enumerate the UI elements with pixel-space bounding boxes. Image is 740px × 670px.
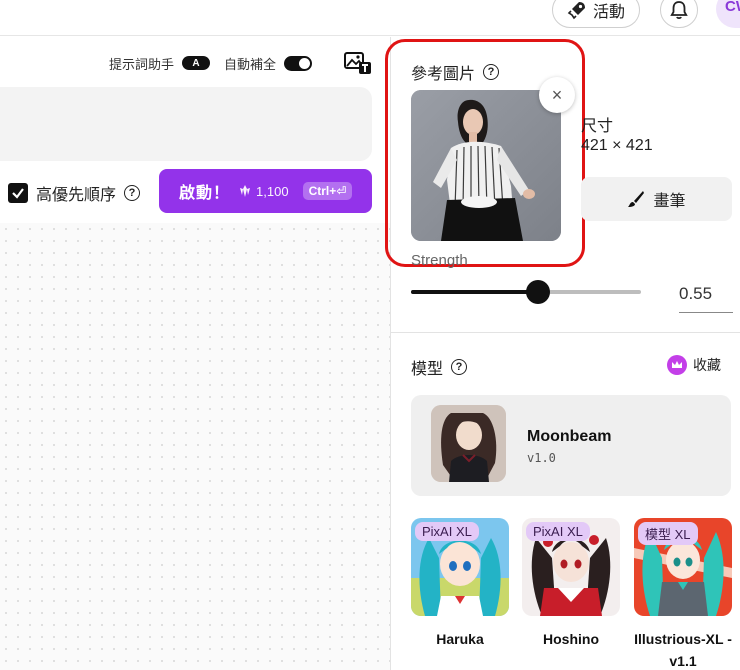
model-option-card[interactable]: PixAI XL Haruka <box>411 518 509 650</box>
user-avatar[interactable]: CW <box>716 0 740 28</box>
rocket-icon <box>567 2 585 20</box>
brush-button[interactable]: 畫筆 <box>581 177 732 221</box>
start-label: 啟動！ <box>179 185 231 202</box>
model-option-name: Hoshino <box>543 631 599 647</box>
image-to-text-icon[interactable] <box>344 51 372 75</box>
selected-model-card[interactable]: Moonbeam v1.0 <box>411 395 731 496</box>
help-icon[interactable]: ? <box>124 185 141 201</box>
favorites-label: 收藏 <box>693 357 721 373</box>
reference-image-title: 參考圖片 ? <box>411 60 500 84</box>
editor-toggles: 提示詞助手 A 自動補全 <box>109 51 372 75</box>
high-priority-label: 高優先順序 <box>36 187 117 204</box>
paintbrush-icon <box>628 191 645 207</box>
model-option-thumbnail: PixAI XL <box>522 518 620 616</box>
autocomplete-toggle[interactable]: 自動補全 <box>224 54 312 73</box>
start-generation-button[interactable]: 啟動！ 1,100 Ctrl+⏎ <box>159 169 372 213</box>
activity-button[interactable]: 活動 <box>552 0 640 28</box>
strength-slider-thumb[interactable] <box>525 280 550 304</box>
model-option-card[interactable]: PixAI XL Hoshino <box>522 518 620 650</box>
section-divider <box>391 332 740 333</box>
model-section-title: 模型 ? <box>411 355 468 379</box>
settings-panel: 參考圖片 ? × 尺寸 421 × 421 畫筆 Strength 0.55 模… <box>385 37 740 670</box>
model-option-thumbnail: 模型 XL <box>634 518 732 616</box>
favorites-button[interactable]: 收藏 <box>667 355 721 375</box>
autocomplete-label: 自動補全 <box>223 56 276 72</box>
brush-label: 畫筆 <box>653 193 686 210</box>
size-label: 尺寸 <box>581 118 614 135</box>
prompt-input[interactable] <box>0 87 372 161</box>
credit-cost: 1,100 <box>238 184 289 199</box>
model-title-label: 模型 <box>411 361 444 378</box>
size-value: 421 × 421 <box>581 137 653 154</box>
model-option-badge: PixAI XL <box>526 522 590 541</box>
crown-icon <box>667 355 687 375</box>
credit-icon <box>240 185 251 197</box>
reference-image-thumbnail[interactable] <box>411 90 561 241</box>
model-option-thumbnail: PixAI XL <box>411 518 509 616</box>
model-option-badge: PixAI XL <box>415 522 479 541</box>
strength-slider[interactable] <box>411 280 641 304</box>
model-option-name: Haruka <box>436 631 484 647</box>
model-option-name: Illustrious-XL -v1.1 <box>634 631 732 669</box>
help-icon[interactable]: ? <box>483 64 500 80</box>
model-option-badge: 模型 XL <box>638 522 698 545</box>
activity-label: 活動 <box>592 4 625 21</box>
prompt-editor-panel: 提示詞助手 A 自動補全 高優先順序 ? 啟動！ 1,100 Ctrl+⏎ <box>0 37 390 670</box>
high-priority-checkbox[interactable] <box>8 183 28 203</box>
prompt-assistant-badge[interactable]: A <box>181 56 210 70</box>
notifications-button[interactable] <box>660 0 698 28</box>
strength-slider-fill <box>411 290 538 294</box>
shortcut-hint: Ctrl+⏎ <box>302 182 353 200</box>
autocomplete-switch[interactable] <box>284 55 312 71</box>
prompt-assistant-toggle[interactable]: 提示詞助手 A <box>109 54 210 73</box>
credit-value: 1,100 <box>256 183 289 199</box>
model-thumbnail <box>431 405 506 482</box>
generation-canvas <box>0 223 390 670</box>
reference-title-label: 參考圖片 <box>411 66 476 83</box>
high-priority-option[interactable]: 高優先順序 ? <box>8 181 141 205</box>
model-name: Moonbeam <box>527 428 612 445</box>
help-icon[interactable]: ? <box>451 359 468 375</box>
bell-icon <box>670 1 688 20</box>
check-icon <box>12 188 24 199</box>
top-bar: 活動 CW <box>0 0 740 36</box>
strength-input[interactable]: 0.55 <box>679 281 733 313</box>
strength-label: Strength <box>411 252 468 269</box>
generation-action-row: 高優先順序 ? 啟動！ 1,100 Ctrl+⏎ <box>0 161 390 223</box>
model-option-card[interactable]: 模型 XL Illustrious-XL -v1.1 <box>634 518 732 670</box>
model-version: v1.0 <box>527 451 556 465</box>
reference-photo <box>411 90 561 241</box>
prompt-assistant-label: 提示詞助手 <box>108 56 174 72</box>
remove-reference-button[interactable]: × <box>539 77 575 113</box>
